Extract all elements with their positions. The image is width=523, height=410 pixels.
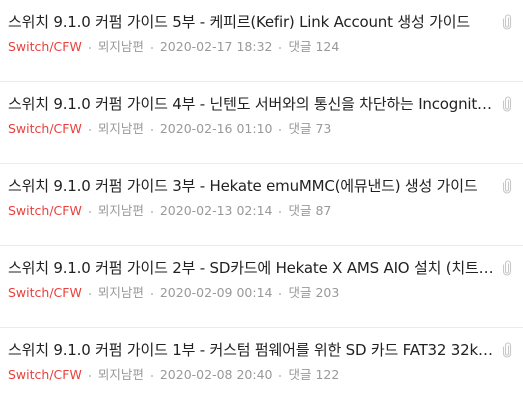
meta-separator xyxy=(88,292,91,295)
comment-count: 댓글 73 xyxy=(288,121,332,136)
post-date: 2020-02-16 01:10 xyxy=(159,121,273,136)
post-meta: Switch/CFW 뫼지남편 2020-02-09 00:14 댓글 203 xyxy=(8,284,339,302)
paperclip-icon xyxy=(502,178,512,194)
post-title[interactable]: 스위치 9.1.0 커펌 가이드 1부 - 커스텀 펌웨어를 위한 SD 카드 … xyxy=(8,339,496,361)
post-meta: Switch/CFW 뫼지남편 2020-02-13 02:14 댓글 87 xyxy=(8,202,331,220)
post-title[interactable]: 스위치 9.1.0 커펌 가이드 3부 - Hekate emuMMC(에뮤낸드… xyxy=(8,175,496,197)
author-name: 뫼지남편 xyxy=(97,39,144,54)
post-item[interactable]: 스위치 9.1.0 커펌 가이드 2부 - SD카드에 Hekate X AMS… xyxy=(0,246,523,328)
meta-separator xyxy=(150,292,153,295)
meta-separator xyxy=(88,128,91,131)
category-link[interactable]: Switch/CFW xyxy=(8,39,82,54)
post-title[interactable]: 스위치 9.1.0 커펌 가이드 4부 - 닌텐도 서버와의 통신을 차단하는 … xyxy=(8,93,496,115)
meta-separator xyxy=(279,46,282,49)
meta-separator xyxy=(279,374,282,377)
post-meta: Switch/CFW 뫼지남편 2020-02-16 01:10 댓글 73 xyxy=(8,120,331,138)
comment-count: 댓글 122 xyxy=(288,367,340,382)
meta-separator xyxy=(279,128,282,131)
meta-separator xyxy=(88,210,91,213)
post-date: 2020-02-17 18:32 xyxy=(159,39,273,54)
comment-count: 댓글 203 xyxy=(288,285,340,300)
paperclip-icon xyxy=(502,342,512,358)
author-name: 뫼지남편 xyxy=(97,203,144,218)
category-link[interactable]: Switch/CFW xyxy=(8,367,82,382)
author-name: 뫼지남편 xyxy=(97,285,144,300)
post-item[interactable]: 스위치 9.1.0 커펌 가이드 4부 - 닌텐도 서버와의 통신을 차단하는 … xyxy=(0,82,523,164)
category-link[interactable]: Switch/CFW xyxy=(8,203,82,218)
meta-separator xyxy=(150,210,153,213)
post-item[interactable]: 스위치 9.1.0 커펌 가이드 1부 - 커스텀 펌웨어를 위한 SD 카드 … xyxy=(0,328,523,410)
post-meta: Switch/CFW 뫼지남편 2020-02-08 20:40 댓글 122 xyxy=(8,366,339,384)
comment-count: 댓글 87 xyxy=(288,203,332,218)
post-date: 2020-02-13 02:14 xyxy=(159,203,273,218)
paperclip-icon xyxy=(502,96,512,112)
meta-separator xyxy=(150,128,153,131)
post-meta: Switch/CFW 뫼지남편 2020-02-17 18:32 댓글 124 xyxy=(8,38,339,56)
meta-separator xyxy=(88,374,91,377)
post-list: 스위치 9.1.0 커펌 가이드 5부 - 케피르(Kefir) Link Ac… xyxy=(0,0,523,405)
meta-separator xyxy=(150,46,153,49)
post-title[interactable]: 스위치 9.1.0 커펌 가이드 2부 - SD카드에 Hekate X AMS… xyxy=(8,257,496,279)
post-item[interactable]: 스위치 9.1.0 커펌 가이드 3부 - Hekate emuMMC(에뮤낸드… xyxy=(0,164,523,246)
comment-count: 댓글 124 xyxy=(288,39,340,54)
post-date: 2020-02-09 00:14 xyxy=(159,285,273,300)
paperclip-icon xyxy=(502,260,512,276)
paperclip-icon xyxy=(502,14,512,30)
meta-separator xyxy=(279,292,282,295)
author-name: 뫼지남편 xyxy=(97,121,144,136)
author-name: 뫼지남편 xyxy=(97,367,144,382)
post-item[interactable]: 스위치 9.1.0 커펌 가이드 5부 - 케피르(Kefir) Link Ac… xyxy=(0,0,523,82)
post-date: 2020-02-08 20:40 xyxy=(159,367,273,382)
meta-separator xyxy=(150,374,153,377)
category-link[interactable]: Switch/CFW xyxy=(8,121,82,136)
meta-separator xyxy=(279,210,282,213)
category-link[interactable]: Switch/CFW xyxy=(8,285,82,300)
meta-separator xyxy=(88,46,91,49)
post-title[interactable]: 스위치 9.1.0 커펌 가이드 5부 - 케피르(Kefir) Link Ac… xyxy=(8,11,496,33)
